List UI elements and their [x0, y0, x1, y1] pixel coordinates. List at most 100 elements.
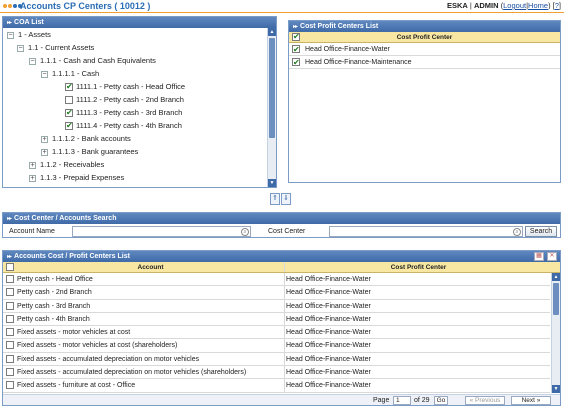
- move-down-button[interactable]: ⇓: [281, 193, 291, 205]
- column-divider: [284, 262, 285, 272]
- table-row[interactable]: Fixed assets - motor vehicles at cost (s…: [3, 339, 550, 353]
- tree-node[interactable]: +1.1.4 - Prepayments to Suppliers: [29, 185, 149, 187]
- column-divider: [284, 339, 285, 352]
- tree-node[interactable]: −1.1 - Current Assets: [17, 42, 94, 54]
- collapse-icon[interactable]: −: [41, 70, 48, 78]
- cost-profit-rows: Head Office-Finance-Water Head Office-Fin…: [289, 43, 560, 69]
- cost-profit-row[interactable]: Head Office-Finance-Maintenance: [289, 56, 560, 69]
- table-row[interactable]: Fixed assets - accumulated depreciation …: [3, 352, 550, 367]
- logo-dot: [13, 4, 17, 8]
- tree-node[interactable]: 1111.2 - Petty cash - 2nd Branch: [65, 94, 184, 106]
- select-all-checkbox[interactable]: [6, 263, 14, 271]
- export-icon[interactable]: ▦: [534, 252, 544, 261]
- cpc-cell: Head Office-Finance-Water: [286, 342, 371, 350]
- table-row[interactable]: Fixed assets - accumulated depreciation …: [3, 366, 550, 380]
- delete-icon[interactable]: ✕: [547, 252, 557, 261]
- coa-scrollbar[interactable]: ▲ ▼: [267, 28, 276, 187]
- scroll-thumb[interactable]: [553, 283, 559, 315]
- accounts-scrollbar[interactable]: ▲ ▼: [551, 273, 560, 393]
- tree-node-label: 1111.2 - Petty cash - 2nd Branch: [76, 95, 184, 104]
- account-cell: Petty cash - 2nd Branch: [17, 289, 92, 297]
- tree-node[interactable]: 1111.3 - Petty cash - 3rd Branch: [65, 107, 182, 119]
- account-cell: Fixed assets - accumulated depreciation …: [17, 355, 200, 363]
- row-checkbox[interactable]: [6, 275, 14, 283]
- tree-node[interactable]: −1 - Assets: [7, 29, 51, 41]
- next-button[interactable]: Next »: [511, 396, 551, 405]
- go-button[interactable]: Go: [434, 396, 448, 405]
- row-checkbox[interactable]: [6, 328, 14, 337]
- account-cell: Fixed assets - motor vehicles at cost (s…: [17, 342, 178, 350]
- user-area: ESKA | ADMIN (Logout|Home) [?]: [446, 1, 561, 10]
- tree-node[interactable]: +1.1.1.3 - Bank guarantees: [41, 146, 138, 158]
- cpc-cell: Head Office-Finance-Water: [286, 355, 371, 363]
- account-cell: Fixed assets - furniture at cost - Offic…: [17, 382, 136, 390]
- expand-icon[interactable]: +: [29, 161, 36, 169]
- scroll-thumb[interactable]: [269, 38, 275, 138]
- page-title: Accounts CP Centers ( 10012 ): [20, 1, 151, 11]
- tree-node-checkbox[interactable]: [65, 96, 73, 105]
- collapse-icon[interactable]: −: [29, 57, 36, 65]
- move-buttons: ⇑ ⇓: [270, 193, 292, 205]
- search-icon[interactable]: ⌕: [513, 228, 521, 236]
- tree-node-checkbox[interactable]: [65, 107, 73, 119]
- scroll-down-icon[interactable]: ▼: [552, 385, 560, 393]
- tree-node[interactable]: +1.1.2 - Receivables: [29, 159, 104, 171]
- row-checkbox[interactable]: [6, 381, 14, 390]
- tree-node[interactable]: +1.1.3 - Prepaid Expenses: [29, 172, 124, 184]
- table-row[interactable]: Petty cash - 3rd Branch Head Office-Finan…: [3, 299, 550, 313]
- cost-center-input[interactable]: ⌕: [329, 226, 523, 237]
- coa-panel: ▸▸ COA List −1 - Assets −1.1 - Current Ass…: [2, 16, 277, 188]
- expand-icon[interactable]: +: [41, 135, 48, 143]
- home-link[interactable]: Home: [528, 1, 548, 10]
- cost-profit-column-header: Cost Profit Center: [396, 34, 453, 41]
- row-checkbox[interactable]: [292, 56, 300, 69]
- row-checkbox[interactable]: [6, 288, 14, 297]
- expand-icon[interactable]: +: [41, 148, 48, 156]
- column-divider: [284, 273, 285, 286]
- tree-node[interactable]: −1.1.1 - Cash and Cash Equivalents: [29, 55, 156, 67]
- select-all-checkbox[interactable]: [292, 31, 300, 42]
- table-row[interactable]: Petty cash - Head Office Head Office-Fina…: [3, 273, 550, 287]
- row-checkbox[interactable]: [6, 341, 14, 350]
- search-icon[interactable]: ⌕: [241, 228, 249, 236]
- tree-node[interactable]: 1111.1 - Petty cash - Head Office: [65, 81, 185, 93]
- page-input[interactable]: 1: [393, 396, 411, 405]
- cost-profit-list-panel: ▸▸Cost Profit Centers List Cost Profit C…: [288, 20, 561, 183]
- table-row[interactable]: Fixed assets - furniture at cost - Offic…: [3, 379, 550, 393]
- collapse-icon[interactable]: −: [17, 44, 24, 52]
- row-checkbox[interactable]: [6, 314, 14, 323]
- table-row[interactable]: Petty cash - 4th Branch Head Office-Finan…: [3, 312, 550, 327]
- panel-arrows-icon: ▸▸: [7, 216, 12, 222]
- cost-profit-row[interactable]: Head Office-Finance-Water: [289, 43, 560, 56]
- row-checkbox[interactable]: [292, 43, 300, 56]
- search-title: Cost Center / Accounts Search: [14, 215, 117, 222]
- help-link[interactable]: ?: [555, 1, 559, 10]
- tree-node[interactable]: +1.1.1.2 - Bank accounts: [41, 133, 131, 145]
- tree-node-checkbox[interactable]: [65, 81, 73, 93]
- tree-node-label: 1 - Assets: [18, 30, 51, 39]
- account-name-label: Account Name: [9, 228, 55, 235]
- row-checkbox[interactable]: [6, 354, 14, 363]
- account-column-header: Account: [137, 264, 164, 271]
- tree-node-checkbox[interactable]: [65, 120, 73, 132]
- table-row[interactable]: Fixed assets - motor vehicles at cost Hea…: [3, 326, 550, 340]
- tree-node-label: 1.1.1 - Cash and Cash Equivalents: [40, 56, 156, 65]
- scroll-up-icon[interactable]: ▲: [268, 28, 276, 36]
- tree-node[interactable]: 1111.4 - Petty cash - 4th Branch: [65, 120, 182, 132]
- collapse-icon[interactable]: −: [7, 31, 14, 39]
- tree-node[interactable]: −1.1.1.1 - Cash: [41, 68, 99, 80]
- page-label: Page: [373, 397, 390, 404]
- coa-title: COA List: [14, 19, 44, 26]
- move-up-button[interactable]: ⇑: [270, 193, 280, 205]
- table-row[interactable]: Petty cash - 2nd Branch Head Office-Finan…: [3, 286, 550, 300]
- row-checkbox[interactable]: [6, 301, 14, 310]
- search-button[interactable]: Search: [525, 226, 557, 237]
- row-checkbox[interactable]: [6, 368, 14, 377]
- logout-link[interactable]: Logout: [503, 1, 526, 10]
- cost-profit-cell: Head Office-Finance-Water: [305, 46, 390, 53]
- scroll-down-icon[interactable]: ▼: [268, 179, 276, 187]
- previous-button[interactable]: « Previous: [465, 396, 505, 405]
- account-name-input[interactable]: ⌕: [72, 226, 251, 237]
- expand-icon[interactable]: +: [29, 174, 36, 182]
- scroll-up-icon[interactable]: ▲: [552, 273, 560, 281]
